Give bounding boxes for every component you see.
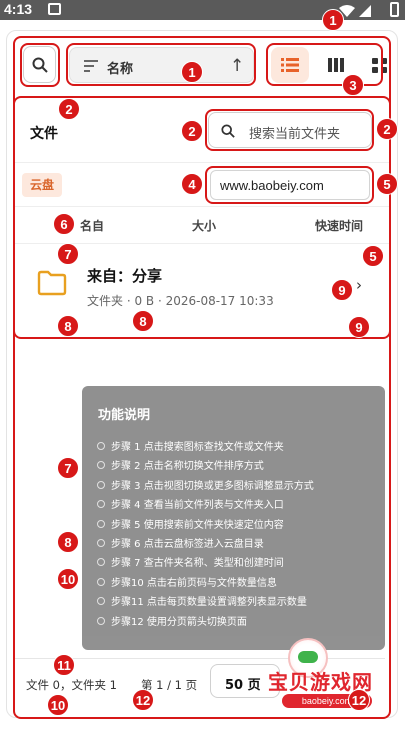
search-icon — [221, 124, 235, 138]
column-header-size[interactable]: 大小 — [192, 217, 216, 234]
radio-icon — [97, 597, 105, 606]
sort-lines-icon — [84, 60, 98, 72]
annotation-badge: 8 — [132, 310, 154, 332]
file-count: 文件 0，文件夹 1 — [26, 678, 117, 692]
help-step: 步骤 3 点击视图切换或更多图标调整显示方式 — [97, 477, 314, 496]
radio-icon — [97, 500, 105, 509]
annotation-badge: 3 — [342, 74, 364, 96]
grid-view-icon — [372, 58, 387, 73]
radio-icon — [97, 558, 105, 567]
chevron-right-icon[interactable]: › — [356, 276, 362, 294]
annotation-badge: 5 — [376, 173, 398, 195]
column-header-time[interactable]: 快速时间 — [315, 217, 363, 234]
annotation-badge: 7 — [57, 457, 79, 479]
file-name: 来自：分享 — [87, 267, 163, 285]
folder-search-placeholder: 搜索当前文件夹 — [249, 127, 341, 142]
radio-icon — [97, 538, 105, 547]
annotation-badge: 4 — [181, 173, 203, 195]
divider — [14, 206, 390, 207]
file-meta: 文件夹 · 0 B · 2026-08-17 10:33 — [87, 294, 274, 308]
help-panel: 功能说明 步骤 1 点击搜索图标查找文件或文件夹 步骤 2 点击名称切换文件排序… — [82, 386, 385, 650]
wifi-signal-icon — [339, 3, 377, 22]
radio-icon — [97, 461, 105, 470]
annotation-badge: 9 — [348, 316, 370, 338]
panel-title: 文件 — [30, 126, 58, 142]
help-step: 步骤 2 点击名称切换文件排序方式 — [97, 457, 314, 476]
battery-icon — [390, 2, 399, 17]
sort-label: 名称 — [107, 62, 134, 77]
help-step: 步骤10 点击右前页码与文件数量信息 — [97, 574, 314, 593]
image-notification-icon — [48, 3, 61, 15]
status-time: 4:13 — [4, 1, 33, 17]
annotation-badge: 10 — [47, 694, 69, 716]
url-watermark-box: www.baobeiy.com — [210, 170, 370, 200]
help-step: 步骤11 点击每页数量设置调整列表显示数量 — [97, 593, 314, 612]
help-step: 步骤 7 查古件夹名称、类型和创建时间 — [97, 554, 314, 573]
help-steps: 步骤 1 点击搜索图标查找文件或文件夹 步骤 2 点击名称切换文件排序方式 步骤… — [97, 438, 314, 632]
radio-icon — [97, 480, 105, 489]
help-step: 步骤 4 查看当前文件列表与文件夹入口 — [97, 496, 314, 515]
url-text: www.baobeiy.com — [220, 178, 324, 193]
folder-icon — [37, 270, 67, 296]
annotation-badge: 6 — [53, 213, 75, 235]
help-title: 功能说明 — [98, 408, 151, 423]
column-view-icon — [328, 58, 344, 72]
grid-view-button[interactable] — [366, 47, 396, 83]
radio-icon — [97, 577, 105, 586]
page-size-value: 50 页 — [225, 678, 261, 693]
annotation-badge: 5 — [362, 245, 384, 267]
annotation-badge: 12 — [348, 689, 370, 711]
help-step: 步骤 6 点击云盘标签进入云盘目录 — [97, 535, 314, 554]
annotation-badge: 2 — [58, 98, 80, 120]
radio-icon — [97, 616, 105, 625]
search-button[interactable] — [23, 46, 56, 83]
help-step: 步骤 5 使用搜索前文件夹快速定位内容 — [97, 516, 314, 535]
status-bar: 4:13 — [0, 0, 405, 20]
annotation-badge: 7 — [57, 243, 79, 265]
list-view-button[interactable] — [271, 47, 309, 83]
annotation-badge: 11 — [53, 654, 75, 676]
folder-search-input[interactable]: 搜索当前文件夹 — [208, 112, 372, 148]
annotation-badge: 12 — [132, 689, 154, 711]
annotation-badge: 2 — [376, 118, 398, 140]
column-header-name[interactable]: 名自 — [80, 217, 104, 234]
annotation-badge: 1 — [181, 61, 203, 83]
sort-selector[interactable]: 名称 ↑ — [69, 47, 289, 83]
search-icon — [32, 57, 48, 73]
gamepad-icon — [298, 651, 318, 663]
annotation-badge: 2 — [181, 120, 203, 142]
radio-icon — [97, 519, 105, 528]
help-step: 步骤12 使用分页箭头切换页面 — [97, 613, 314, 632]
annotation-badge: 8 — [57, 531, 79, 553]
help-step: 步骤 1 点击搜索图标查找文件或文件夹 — [97, 438, 314, 457]
annotation-badge: 9 — [331, 279, 353, 301]
annotation-badge: 1 — [322, 9, 344, 31]
annotation-badge: 10 — [57, 568, 79, 590]
list-view-icon — [281, 58, 299, 72]
arrow-up-icon[interactable]: ↑ — [230, 56, 244, 76]
divider — [14, 162, 390, 163]
annotation-badge: 8 — [57, 315, 79, 337]
radio-icon — [97, 442, 105, 450]
tab-cloud-drive[interactable]: 云盘 — [22, 173, 62, 197]
